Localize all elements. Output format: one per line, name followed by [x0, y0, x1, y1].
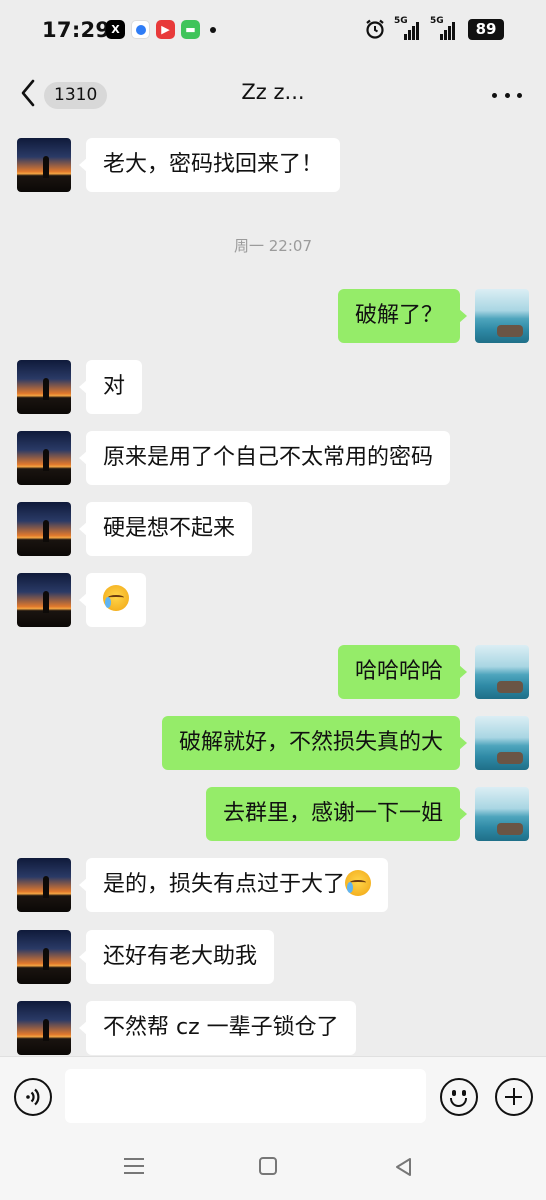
message-text: 不然帮 cz 一辈子锁仓了 [103, 1015, 339, 1040]
more-dot [504, 92, 510, 98]
message-bubble[interactable] [79, 573, 146, 627]
crying-laughing-emoji-icon [103, 585, 129, 611]
message-bubble[interactable]: 老大，密码找回来了！ [78, 138, 341, 192]
message-input[interactable] [65, 1069, 426, 1123]
system-nav-bar [0, 1136, 546, 1200]
chat-title: Zz z... [241, 80, 305, 104]
more-dot [517, 92, 522, 98]
status-time: 17:29 [42, 18, 111, 42]
contact-avatar[interactable] [17, 1001, 71, 1055]
message-bubble[interactable]: 破解了？ [337, 289, 468, 343]
video-app-icon: ▶ [156, 20, 175, 39]
battery-indicator: 89 [468, 18, 504, 40]
message-bubble[interactable]: 破解就好，不然损失真的大 [161, 716, 468, 770]
message-bubble[interactable]: 不然帮 cz 一辈子锁仓了 [79, 1001, 356, 1055]
message-text: 是的，损失有点过于大了 [103, 872, 346, 897]
contact-avatar[interactable] [17, 360, 71, 414]
status-bar: 17:29 X ▶ ▬ 5G 5G 89 [0, 0, 546, 62]
message-bubble[interactable]: 是的，损失有点过于大了 [78, 858, 389, 912]
voice-button[interactable] [14, 1078, 52, 1116]
more-notifications-dot [210, 26, 216, 33]
menu-icon-line [124, 1165, 144, 1167]
x-app-icon: X [106, 20, 125, 39]
notification-icons: X ▶ ▬ [106, 20, 216, 39]
recent-apps-button[interactable] [124, 1158, 144, 1174]
message-bubble[interactable]: 哈哈哈哈 [337, 645, 468, 699]
input-bar [0, 1056, 546, 1136]
message-bubble[interactable]: 还好有老大助我 [78, 930, 275, 984]
alarm-icon [366, 19, 384, 39]
menu-icon-line [124, 1172, 144, 1174]
contact-avatar[interactable] [17, 930, 71, 984]
message-text: 硬是想不起来 [103, 516, 236, 541]
network-label-2: 5G [430, 16, 444, 26]
status-right: 5G 5G 89 [364, 16, 504, 40]
signal-icon-2: 5G [430, 16, 458, 40]
back-triangle-icon[interactable] [394, 1157, 414, 1177]
message-text: 还好有老大助我 [103, 944, 258, 969]
contact-avatar[interactable] [17, 858, 71, 912]
self-avatar[interactable] [475, 645, 529, 699]
message-text: 哈哈哈哈 [354, 659, 443, 684]
self-avatar[interactable] [475, 716, 529, 770]
emoji-icon-eye [462, 1090, 466, 1096]
emoji-icon [452, 1090, 456, 1096]
message-text: 对 [103, 374, 126, 399]
more-button[interactable] [492, 82, 522, 108]
contact-avatar[interactable] [17, 573, 71, 627]
chat-screen: 17:29 X ▶ ▬ 5G 5G 89 1310 Zz z... 老大，密码找… [0, 0, 546, 1200]
time-divider: 周一 22:07 [234, 237, 312, 255]
message-bubble[interactable]: 硬是想不起来 [78, 502, 253, 556]
home-button[interactable] [259, 1157, 277, 1175]
contact-avatar[interactable] [17, 138, 71, 192]
crying-laughing-emoji-icon [345, 870, 372, 896]
voice-icon [26, 1088, 40, 1106]
contact-avatar[interactable] [17, 431, 71, 485]
message-app-icon: ▬ [181, 20, 200, 39]
message-text: 原来是用了个自己不太常用的密码 [103, 445, 434, 470]
more-dot [492, 92, 497, 98]
message-bubble[interactable]: 原来是用了个自己不太常用的密码 [78, 431, 451, 485]
plus-button[interactable] [495, 1078, 533, 1116]
message-list[interactable]: 老大，密码找回来了！ 周一 22:07 破解了？ 对 原来是用了个自己不太常用的… [0, 128, 546, 1056]
menu-icon-line [124, 1158, 144, 1160]
self-avatar[interactable] [475, 787, 529, 841]
network-label-1: 5G [394, 16, 408, 26]
message-text: 去群里，感谢一下一姐 [222, 801, 443, 826]
contact-avatar[interactable] [17, 502, 71, 556]
emoji-button[interactable] [440, 1078, 478, 1116]
message-text: 破解就好，不然损失真的大 [178, 730, 443, 755]
blue-app-icon [131, 20, 150, 39]
message-text: 老大，密码找回来了！ [103, 152, 324, 177]
message-bubble[interactable]: 对 [78, 360, 143, 414]
self-avatar[interactable] [475, 289, 529, 343]
message-bubble[interactable]: 去群里，感谢一下一姐 [205, 787, 468, 841]
emoji-icon-mouth [450, 1098, 467, 1107]
chat-header: 1310 Zz z... [0, 62, 546, 128]
signal-icon-1: 5G [394, 16, 422, 40]
message-text: 破解了？ [354, 303, 443, 328]
